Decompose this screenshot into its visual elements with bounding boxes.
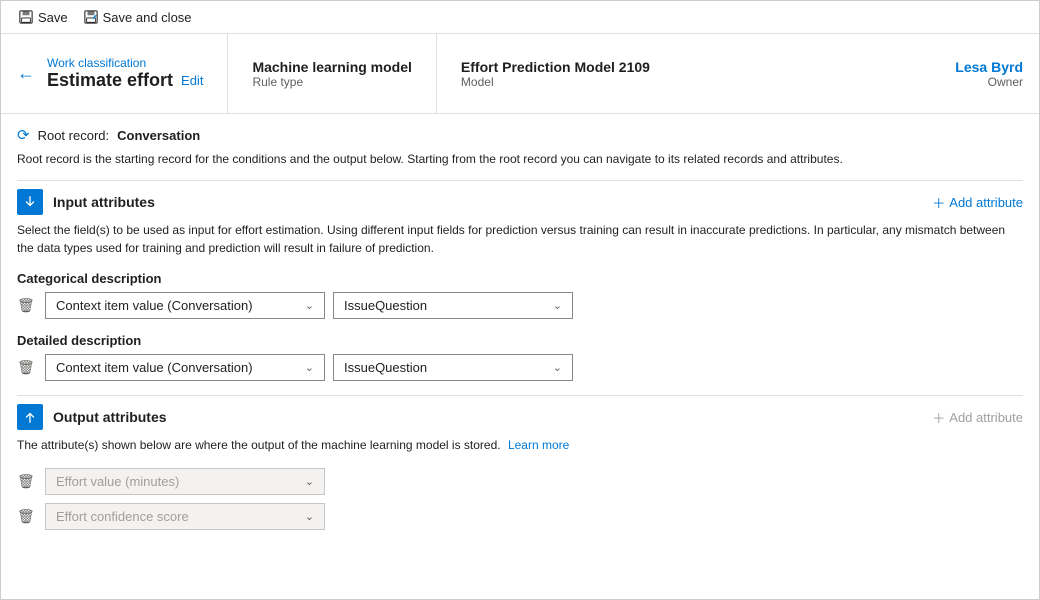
header-bar: ← Work classification Estimate effort Ed… (1, 34, 1039, 114)
save-close-label: Save and close (103, 10, 192, 25)
output-delete-icon-0[interactable]: 🗑 (17, 473, 37, 490)
save-button[interactable]: Save (11, 6, 76, 29)
input-attributes-section: Input attributes ＋ Add attribute Select … (17, 180, 1023, 381)
categorical-field-chevron-0: ⌄ (305, 299, 314, 312)
add-input-plus-icon: ＋ (932, 193, 945, 212)
output-row-0: 🗑 Effort value (minutes) ⌄ (17, 468, 1023, 495)
output-field-value-1: Effort confidence score (56, 509, 189, 524)
save-label: Save (38, 10, 68, 25)
detailed-type-dropdown-0[interactable]: IssueQuestion ⌄ (333, 354, 573, 381)
output-field-chevron-1: ⌄ (305, 510, 314, 523)
categorical-type-value-0: IssueQuestion (344, 298, 427, 313)
output-section-title: Output attributes (53, 409, 167, 425)
output-section-icon (17, 404, 43, 430)
breadcrumb-block: Work classification Estimate effort Edit (47, 56, 203, 91)
categorical-field-dropdown-0[interactable]: Context item value (Conversation) ⌄ (45, 292, 325, 319)
learn-more-link[interactable]: Learn more (508, 438, 569, 452)
input-section-icon (17, 189, 43, 215)
detailed-type-chevron-0: ⌄ (553, 361, 562, 374)
save-and-close-button[interactable]: Save and close (76, 6, 200, 29)
categorical-field-value-0: Context item value (Conversation) (56, 298, 253, 313)
owner-name[interactable]: Lesa Byrd (955, 59, 1023, 75)
add-input-attribute-button[interactable]: ＋ Add attribute (932, 193, 1023, 212)
output-delete-icon-1[interactable]: 🗑 (17, 508, 37, 525)
output-section-header: Output attributes ＋ Add attribute (17, 396, 1023, 436)
root-record-label: Root record: (38, 128, 110, 143)
output-field-dropdown-1: Effort confidence score ⌄ (45, 503, 325, 530)
owner-label: Owner (955, 75, 1023, 89)
detailed-field-dropdown-0[interactable]: Context item value (Conversation) ⌄ (45, 354, 325, 381)
categorical-type-chevron-0: ⌄ (553, 299, 562, 312)
categorical-label: Categorical description (17, 271, 1023, 286)
root-record-bar: ⟳ Root record: Conversation (17, 126, 1023, 144)
output-desc-text: The attribute(s) shown below are where t… (17, 438, 501, 452)
page-title: Estimate effort (47, 70, 173, 91)
detailed-type-value-0: IssueQuestion (344, 360, 427, 375)
detailed-delete-icon-0[interactable]: 🗑 (17, 359, 37, 376)
output-field-chevron-0: ⌄ (305, 475, 314, 488)
rule-type-value: Machine learning model (252, 59, 411, 75)
save-icon (19, 10, 33, 24)
breadcrumb[interactable]: Work classification (47, 56, 203, 70)
categorical-delete-icon-0[interactable]: 🗑 (17, 297, 37, 314)
back-button[interactable]: ← (17, 63, 35, 84)
detailed-field-value-0: Context item value (Conversation) (56, 360, 253, 375)
categorical-group: Categorical description 🗑 Context item v… (17, 271, 1023, 319)
detailed-group: Detailed description 🗑 Context item valu… (17, 333, 1023, 381)
output-field-value-0: Effort value (minutes) (56, 474, 179, 489)
rule-type-block: Machine learning model Rule type (227, 34, 435, 113)
model-label: Model (461, 75, 650, 89)
output-attributes-section: Output attributes ＋ Add attribute The at… (17, 395, 1023, 530)
add-output-attribute-button: ＋ Add attribute (932, 408, 1023, 427)
input-section-description: Select the field(s) to be used as input … (17, 221, 1023, 257)
add-output-attribute-label: Add attribute (949, 410, 1023, 425)
root-record-value: Conversation (117, 128, 200, 143)
output-section-description: The attribute(s) shown below are where t… (17, 436, 1023, 454)
output-field-dropdown-0: Effort value (minutes) ⌄ (45, 468, 325, 495)
page-title-group: Estimate effort Edit (47, 70, 203, 91)
root-record-icon: ⟳ (17, 126, 30, 144)
output-row-1: 🗑 Effort confidence score ⌄ (17, 503, 1023, 530)
input-title-group: Input attributes (17, 189, 155, 215)
model-value: Effort Prediction Model 2109 (461, 59, 650, 75)
owner-block: Lesa Byrd Owner (931, 34, 1023, 113)
output-title-group: Output attributes (17, 404, 167, 430)
detailed-label: Detailed description (17, 333, 1023, 348)
edit-link[interactable]: Edit (181, 73, 203, 88)
header-nav: ← Work classification Estimate effort Ed… (17, 34, 203, 113)
save-close-icon (84, 10, 98, 24)
main-content: ⟳ Root record: Conversation Root record … (1, 114, 1039, 550)
input-section-header: Input attributes ＋ Add attribute (17, 181, 1023, 221)
root-record-description: Root record is the starting record for t… (17, 150, 1023, 168)
rule-type-label: Rule type (252, 75, 411, 89)
add-input-attribute-label: Add attribute (949, 195, 1023, 210)
categorical-type-dropdown-0[interactable]: IssueQuestion ⌄ (333, 292, 573, 319)
toolbar: Save Save and close (1, 1, 1039, 34)
detailed-row-0: 🗑 Context item value (Conversation) ⌄ Is… (17, 354, 1023, 381)
detailed-field-chevron-0: ⌄ (305, 361, 314, 374)
categorical-row-0: 🗑 Context item value (Conversation) ⌄ Is… (17, 292, 1023, 319)
input-section-title: Input attributes (53, 194, 155, 210)
add-output-plus-icon: ＋ (932, 408, 945, 427)
model-block: Effort Prediction Model 2109 Model (436, 34, 674, 113)
